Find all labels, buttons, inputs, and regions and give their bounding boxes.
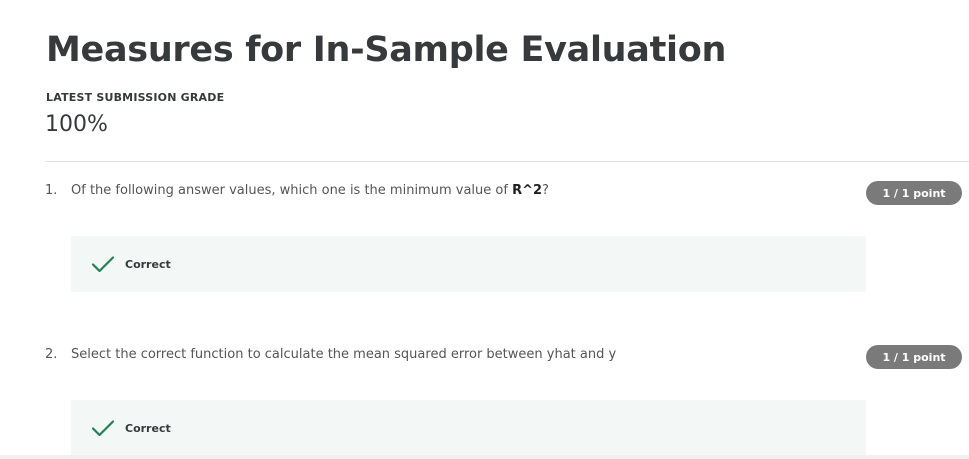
- feedback-box-2: Correct: [71, 400, 866, 456]
- grade-value: 100%: [45, 112, 108, 137]
- question-number-1: 1.: [45, 183, 58, 198]
- question-text-2: Select the correct function to calculate…: [71, 347, 616, 362]
- page-title: Measures for In-Sample Evaluation: [46, 30, 727, 70]
- feedback-label-2: Correct: [125, 421, 171, 435]
- check-icon: [91, 420, 115, 437]
- question-text-1: Of the following answer values, which on…: [71, 183, 549, 198]
- feedback-box-1: Correct: [71, 236, 866, 292]
- grade-label: LATEST SUBMISSION GRADE: [46, 91, 225, 104]
- check-icon: [91, 256, 115, 273]
- points-badge-1: 1 / 1 point: [866, 181, 962, 205]
- question-text-2-part: Select the correct function to calculate…: [71, 347, 617, 362]
- feedback-label-1: Correct: [125, 257, 171, 271]
- bottom-scroll-strip: [0, 455, 969, 459]
- quiz-results-page: Measures for In-Sample Evaluation LATEST…: [0, 0, 969, 459]
- question-text-1-bold: R^2: [512, 183, 543, 198]
- question-text-1-part: Of the following answer values, which on…: [71, 183, 513, 198]
- question-number-2: 2.: [45, 347, 58, 362]
- points-badge-2: 1 / 1 point: [866, 345, 962, 369]
- divider: [46, 161, 969, 162]
- question-text-1-end: ?: [542, 183, 549, 198]
